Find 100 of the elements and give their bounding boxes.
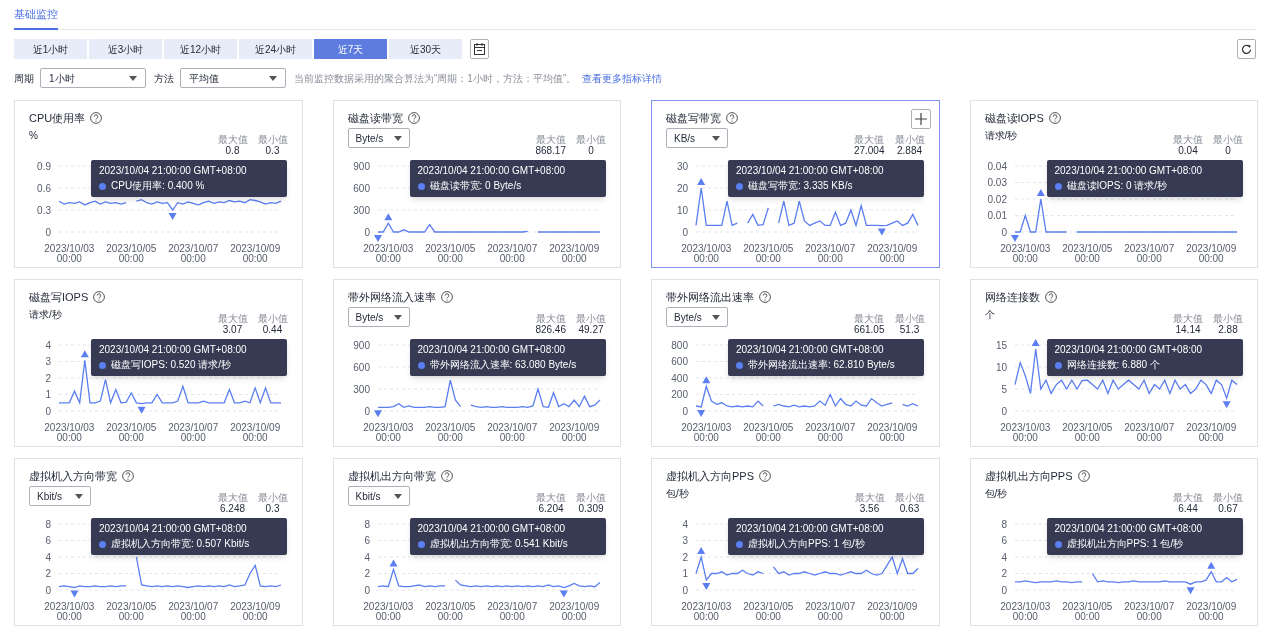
stat-value: 0.3 (265, 145, 280, 156)
caret-icon (712, 135, 720, 141)
stat-value: 49.27 (578, 324, 604, 335)
x-tick-label: 2023/10/09 00:00 (867, 243, 918, 264)
x-tick-label: 2023/10/05 00:00 (743, 601, 794, 622)
x-tick-label: 2023/10/07 00:00 (805, 601, 856, 622)
x-tick-label: 2023/10/07 00:00 (486, 243, 537, 264)
stat-value: 0 (588, 145, 594, 156)
stat-value: 6.204 (538, 503, 564, 514)
tooltip-value: 磁盘写带宽: 3.335 KB/s (748, 179, 853, 193)
y-tick-label: 4 (1000, 551, 1007, 563)
help-icon (440, 470, 453, 482)
stat-value: 2.884 (897, 145, 922, 156)
y-tick-label: 600 (671, 356, 688, 367)
help-icon (93, 291, 106, 303)
tooltip-time: 2023/10/04 21:00:00 GMT+08:00 (1054, 164, 1204, 178)
time-range-button[interactable]: 近30天 (389, 39, 462, 59)
tooltip-value: 磁盘读IOPS: 0 请求/秒 (1066, 179, 1168, 193)
y-tick-label: 0.9 (37, 160, 51, 172)
max-marker-drawing (702, 376, 711, 384)
time-range-button[interactable]: 近24小时 (239, 39, 312, 59)
tooltip-value: 虚拟机入方向带宽: 0.507 Kbit/s (111, 537, 250, 551)
y-tick-label: 0 (1000, 226, 1007, 238)
time-range-button[interactable]: 近7天 (314, 39, 387, 59)
stat-label: 最大值 (217, 313, 248, 324)
calendar-button[interactable] (470, 39, 489, 59)
tooltip-time: 2023/10/04 21:00:00 GMT+08:00 (99, 343, 248, 357)
stat-label: 最大值 (854, 313, 885, 324)
y-tick-label: 3 (45, 356, 51, 367)
tooltip-time: 2023/10/04 21:00:00 GMT+08:00 (417, 343, 567, 357)
x-tick-label: 2023/10/03 00:00 (362, 422, 413, 443)
stat-label: 最大值 (854, 492, 885, 503)
stat-value: 0.3 (265, 503, 280, 514)
y-tick-label: 20 (676, 182, 688, 194)
period-dropdown[interactable]: 1小时 (40, 68, 146, 88)
tooltip-time: 2023/10/04 21:00:00 GMT+08:00 (417, 522, 567, 536)
chart-title: 磁盘写带宽 (666, 110, 721, 126)
x-tick-label: 2023/10/05 00:00 (743, 243, 794, 264)
x-tick-label: 2023/10/07 00:00 (805, 243, 856, 264)
time-range-button[interactable]: 近1小时 (14, 39, 87, 59)
unit-label: 包/秒 (666, 487, 689, 501)
y-tick-label: 0 (45, 584, 51, 596)
help-icon (1077, 470, 1090, 482)
x-tick-label: 2023/10/05 00:00 (106, 422, 157, 443)
time-range-button[interactable]: 近3小时 (89, 39, 162, 59)
unit-dropdown[interactable]: Kbit/s (29, 486, 91, 506)
unit-dropdown[interactable]: KB/s (666, 128, 728, 148)
chart-title: 虚拟机出方向PPS (984, 468, 1073, 484)
stat-value: 14.14 (1175, 324, 1201, 335)
stat-value: 3.07 (222, 324, 243, 335)
stat-value: 0.67 (1218, 503, 1238, 514)
x-tick-label: 2023/10/03 00:00 (681, 243, 732, 264)
min-marker-drawing (559, 590, 568, 598)
y-tick-label: 2 (1000, 568, 1007, 579)
max-marker-drawing (1031, 338, 1040, 346)
stat-value: 6.248 (220, 503, 245, 514)
tooltip-time: 2023/10/04 21:00:00 GMT+08:00 (1054, 343, 1204, 357)
add-button[interactable] (910, 109, 931, 129)
stat-label: 最小值 (1213, 492, 1243, 503)
stat-value: 0.63 (899, 503, 920, 514)
x-tick-label: 2023/10/03 00:00 (681, 601, 732, 622)
chart-title: 带外网络流出速率 (666, 289, 754, 305)
chart-title: 虚拟机出方向带宽 (347, 468, 436, 484)
time-range-button[interactable]: 近12小时 (164, 39, 237, 59)
chart-title: 磁盘读带宽 (347, 110, 403, 126)
unit-dropdown[interactable]: Byte/s (666, 307, 728, 327)
stat-label: 最大值 (1173, 492, 1203, 503)
y-tick-label: 2 (363, 568, 370, 579)
tooltip-value: 磁盘写IOPS: 0.520 请求/秒 (111, 358, 232, 372)
tooltip-time: 2023/10/04 21:00:00 GMT+08:00 (1054, 522, 1204, 536)
x-tick-label: 2023/10/09 00:00 (230, 601, 281, 622)
details-link[interactable]: 查看更多指标详情 (582, 70, 663, 86)
unit-dropdown[interactable]: Byte/s (347, 128, 410, 148)
y-tick-label: 3 (682, 535, 688, 546)
y-tick-label: 800 (671, 339, 688, 351)
x-tick-label: 2023/10/03 00:00 (44, 422, 95, 443)
method-dropdown[interactable]: 平均值 (180, 68, 286, 88)
unit-label: 请求/秒 (984, 129, 1018, 143)
refresh-icon (1241, 43, 1252, 55)
y-tick-label: 600 (352, 361, 370, 373)
chart-title: CPU使用率 (29, 110, 86, 126)
y-tick-label: 30 (676, 160, 688, 172)
stat-value: 0.44 (262, 324, 283, 335)
stat-label: 最大值 (217, 492, 248, 503)
stat-label: 最大值 (536, 492, 566, 503)
x-tick-label: 2023/10/03 00:00 (999, 243, 1050, 264)
help-icon (759, 291, 771, 303)
tooltip-time: 2023/10/04 21:00:00 GMT+08:00 (736, 522, 885, 536)
min-marker-drawing (877, 228, 886, 236)
x-tick-label: 2023/10/03 00:00 (999, 422, 1050, 443)
chart-title: 网络连接数 (984, 289, 1040, 305)
tab[interactable]: 基础监控 (14, 0, 58, 30)
unit-dropdown[interactable]: Byte/s (347, 307, 410, 327)
tooltip-value: 磁盘读带宽: 0 Byte/s (429, 179, 522, 193)
refresh-button[interactable] (1237, 39, 1256, 59)
x-tick-label: 2023/10/05 00:00 (424, 601, 475, 622)
y-tick-label: 900 (352, 339, 370, 351)
caret-icon (393, 314, 402, 320)
tooltip-value: 网络连接数: 6.880 个 (1066, 358, 1160, 372)
unit-dropdown[interactable]: Kbit/s (347, 486, 410, 506)
